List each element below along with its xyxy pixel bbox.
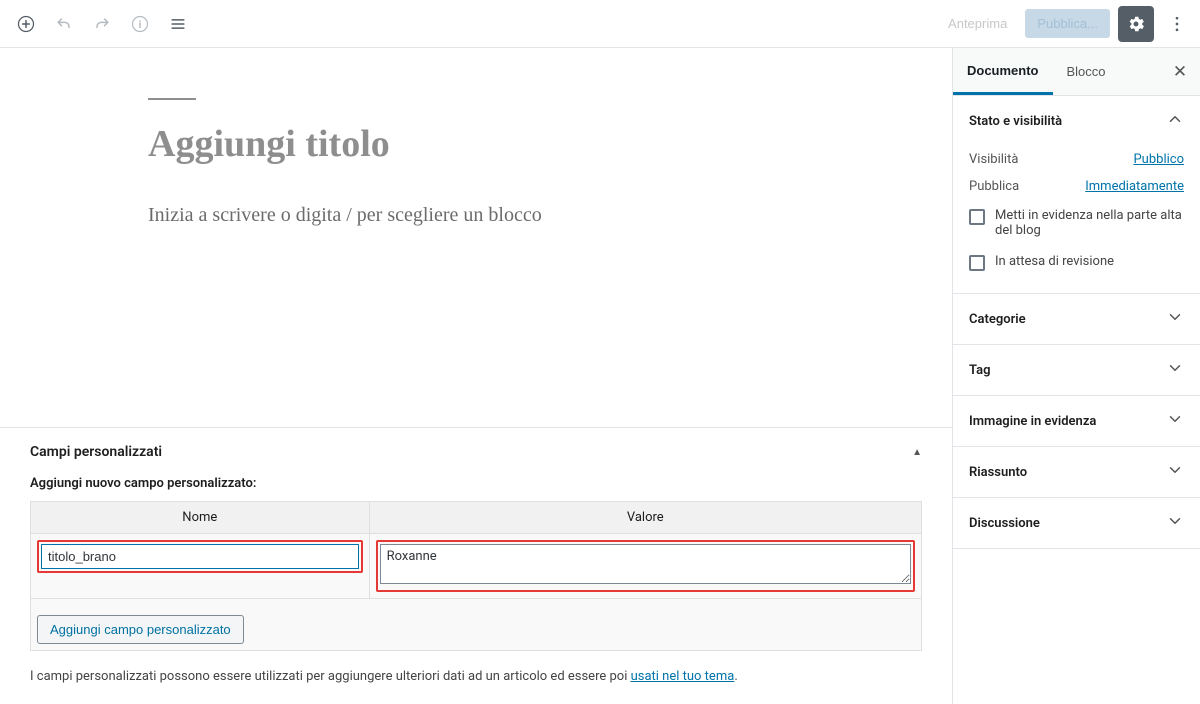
- redo-icon: [92, 14, 112, 34]
- visibility-label: Visibilità: [969, 152, 1018, 167]
- redo-button[interactable]: [84, 6, 120, 42]
- panel-discussion-header[interactable]: Discussione: [953, 498, 1200, 548]
- panel-categories: Categorie: [953, 294, 1200, 345]
- outline-button[interactable]: [160, 6, 196, 42]
- sticky-checkbox[interactable]: [969, 209, 985, 225]
- pending-checkbox[interactable]: [969, 255, 985, 271]
- panel-featured-image: Immagine in evidenza: [953, 396, 1200, 447]
- custom-fields-help-link[interactable]: usati nel tuo tema: [631, 669, 735, 684]
- panel-discussion: Discussione: [953, 498, 1200, 549]
- name-highlight: [37, 540, 363, 573]
- field-name-input[interactable]: [41, 544, 359, 569]
- list-icon: [168, 14, 188, 34]
- panel-featured-image-header[interactable]: Immagine in evidenza: [953, 396, 1200, 446]
- chevron-down-icon: [1166, 308, 1184, 330]
- sticky-row[interactable]: Metti in evidenza nella parte alta del b…: [969, 200, 1184, 246]
- block-prompt[interactable]: Inizia a scrivere o digita / per sceglie…: [148, 204, 758, 227]
- kebab-icon: [1167, 14, 1187, 34]
- more-menu-button[interactable]: [1162, 6, 1192, 42]
- chevron-down-icon: [1166, 461, 1184, 483]
- visibility-value[interactable]: Pubblico: [1133, 152, 1184, 167]
- post-title-input[interactable]: [148, 122, 758, 166]
- col-value-header: Valore: [369, 502, 921, 534]
- info-icon: [130, 14, 150, 34]
- sidebar-close[interactable]: ✕: [1160, 62, 1200, 82]
- pending-row[interactable]: In attesa di revisione: [969, 246, 1184, 279]
- panel-tags: Tag: [953, 345, 1200, 396]
- panel-status: Stato e visibilità Visibilità Pubblico P…: [953, 96, 1200, 294]
- editor-canvas: Inizia a scrivere o digita / per sceglie…: [0, 48, 952, 427]
- settings-button[interactable]: [1118, 6, 1154, 42]
- panel-tags-header[interactable]: Tag: [953, 345, 1200, 395]
- field-value-textarea[interactable]: [380, 544, 911, 584]
- plus-circle-icon: [16, 14, 36, 34]
- undo-button[interactable]: [46, 6, 82, 42]
- add-block-button[interactable]: [8, 6, 44, 42]
- chevron-down-icon: [1166, 410, 1184, 432]
- value-highlight: [376, 540, 915, 592]
- custom-fields-note: I campi personalizzati possono essere ut…: [30, 669, 922, 684]
- undo-icon: [54, 14, 74, 34]
- chevron-up-icon: [1166, 110, 1184, 132]
- info-button[interactable]: [122, 6, 158, 42]
- title-separator: [148, 98, 196, 100]
- custom-fields-title: Campi personalizzati: [30, 444, 162, 460]
- toolbar-right: Anteprima Pubblica...: [938, 6, 1192, 42]
- publish-button[interactable]: Pubblica...: [1025, 9, 1110, 38]
- custom-fields-table: Nome Valore: [30, 501, 922, 651]
- publish-label: Pubblica: [969, 179, 1019, 194]
- sidebar-tabs: Documento Blocco ✕: [953, 48, 1200, 96]
- panel-excerpt: Riassunto: [953, 447, 1200, 498]
- chevron-down-icon: [1166, 359, 1184, 381]
- preview-button[interactable]: Anteprima: [938, 10, 1017, 37]
- panel-categories-header[interactable]: Categorie: [953, 294, 1200, 344]
- sticky-label: Metti in evidenza nella parte alta del b…: [995, 208, 1184, 238]
- tab-document[interactable]: Documento: [953, 48, 1053, 95]
- editor-column: Inizia a scrivere o digita / per sceglie…: [0, 48, 952, 704]
- tab-block[interactable]: Blocco: [1053, 48, 1120, 95]
- settings-sidebar: Documento Blocco ✕ Stato e visibilità Vi…: [952, 48, 1200, 704]
- publish-value[interactable]: Immediatamente: [1085, 179, 1184, 194]
- toolbar-left: [8, 6, 196, 42]
- panel-status-header[interactable]: Stato e visibilità: [953, 96, 1200, 146]
- panel-excerpt-header[interactable]: Riassunto: [953, 447, 1200, 497]
- top-toolbar: Anteprima Pubblica...: [0, 0, 1200, 48]
- add-field-label: Aggiungi nuovo campo personalizzato:: [30, 476, 922, 491]
- custom-fields-panel: Campi personalizzati ▲ Aggiungi nuovo ca…: [0, 427, 952, 704]
- custom-fields-toggle[interactable]: ▲: [912, 447, 922, 458]
- col-name-header: Nome: [31, 502, 370, 534]
- gear-icon: [1126, 14, 1146, 34]
- chevron-down-icon: [1166, 512, 1184, 534]
- close-icon: ✕: [1173, 62, 1187, 82]
- pending-label: In attesa di revisione: [995, 254, 1114, 269]
- add-custom-field-button[interactable]: Aggiungi campo personalizzato: [37, 615, 244, 644]
